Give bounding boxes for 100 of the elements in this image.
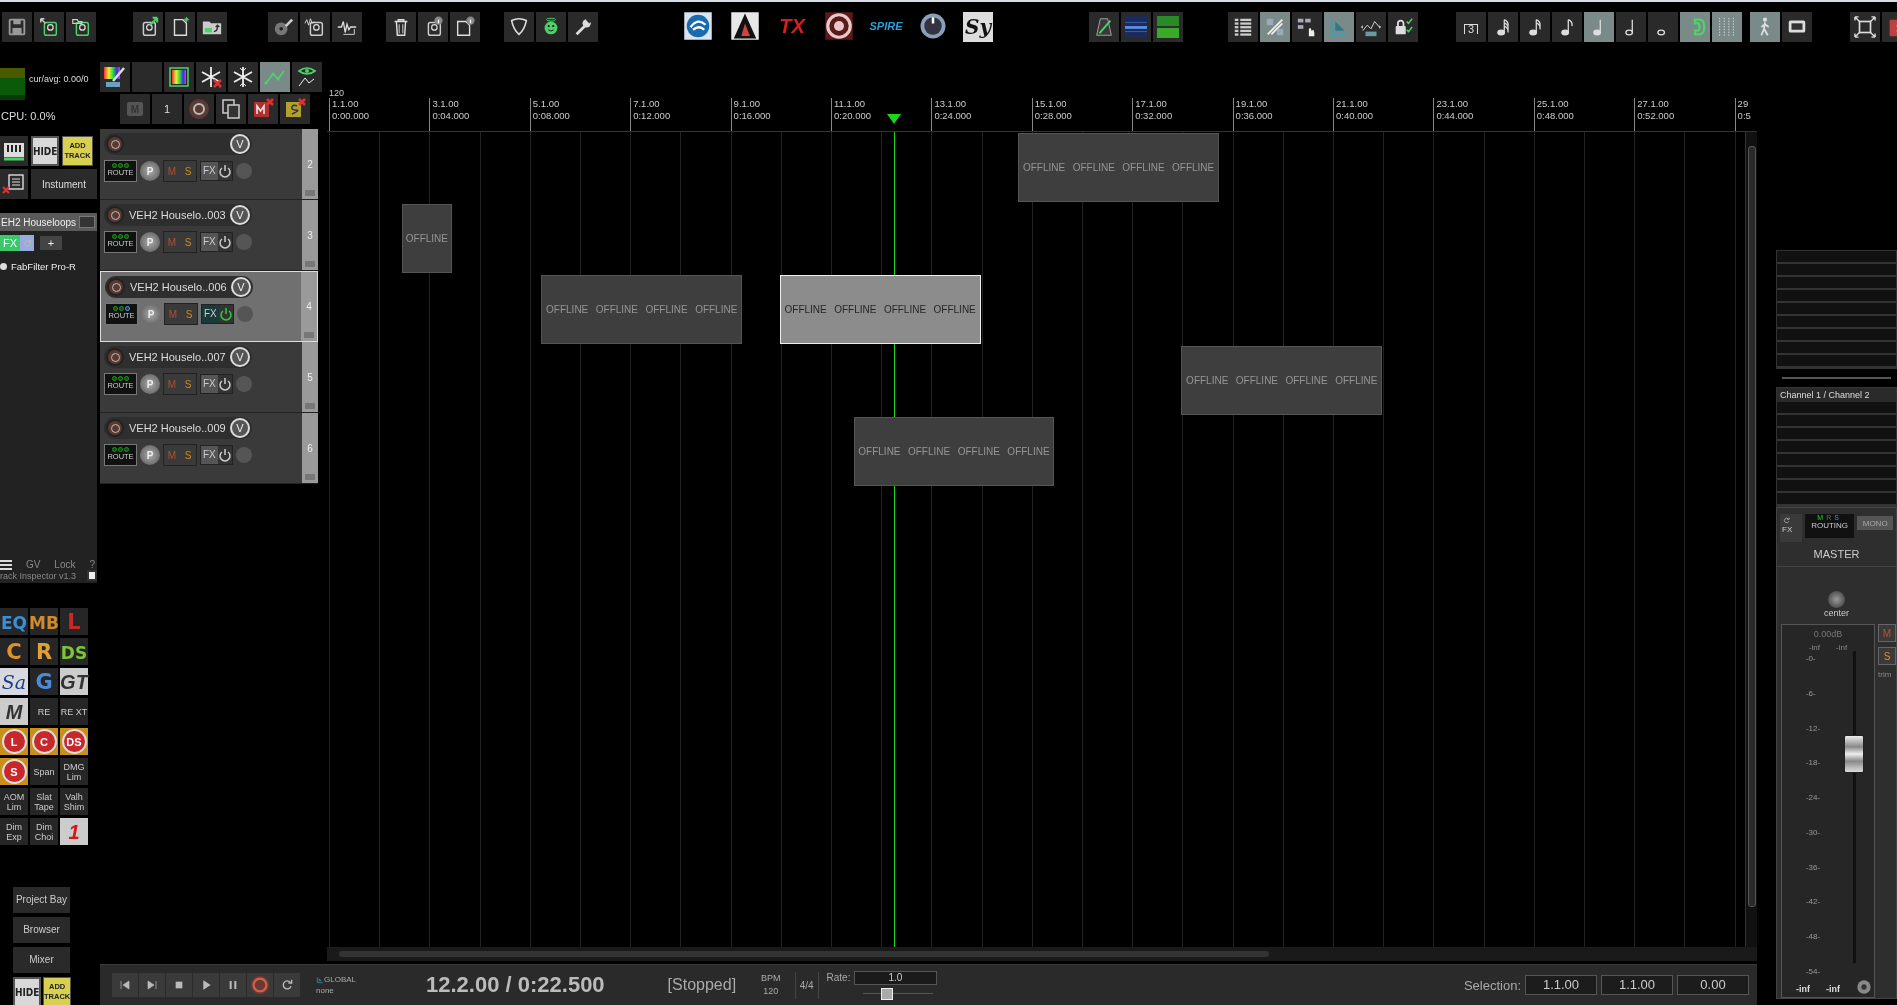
triplet-button[interactable]: 3 — [1456, 12, 1486, 42]
automation-mode[interactable]: none — [316, 985, 356, 996]
swirl-logo-icon[interactable] — [681, 10, 715, 42]
menu-icon[interactable] — [0, 559, 12, 570]
plugin-button[interactable]: DS — [60, 638, 88, 665]
solo-x-icon[interactable] — [280, 94, 310, 124]
inspector-tab[interactable]: ? — [89, 559, 95, 570]
rate-slider[interactable] — [862, 987, 933, 1000]
instrument-button[interactable]: Instument — [31, 169, 97, 199]
record-arm-icon[interactable] — [106, 206, 124, 224]
plugin-button[interactable]: RE XT — [60, 698, 88, 725]
plugin-button[interactable]: C — [30, 728, 58, 755]
mute-x-icon[interactable] — [248, 94, 278, 124]
solo-button[interactable]: S — [1878, 647, 1896, 665]
snowflake-x-icon[interactable] — [196, 62, 226, 92]
plugin-button[interactable]: L — [0, 728, 28, 755]
plugin-button[interactable]: DS — [60, 728, 88, 755]
record-arm-icon[interactable] — [107, 278, 125, 296]
volume-fader[interactable] — [1844, 734, 1864, 773]
track-name[interactable]: VEH2 Houselo..009 — [124, 422, 230, 434]
record-arm-icon[interactable] — [106, 348, 124, 366]
plugin-logo[interactable]: Sy — [963, 12, 993, 42]
record-button[interactable] — [247, 973, 273, 997]
toolbar-button[interactable]: 1 — [152, 94, 182, 124]
disk-export-icon[interactable] — [133, 12, 163, 42]
snowflake-icon[interactable] — [228, 62, 258, 92]
nav-button[interactable]: Browser — [13, 917, 70, 943]
solo-button[interactable]: S — [181, 304, 197, 324]
smiley-icon[interactable] — [536, 12, 566, 42]
disk-folder-icon[interactable] — [66, 12, 96, 42]
brush-icon[interactable] — [100, 62, 130, 92]
pause-button[interactable] — [220, 973, 246, 997]
sixteenth-note-icon[interactable] — [1520, 12, 1550, 42]
playhead-icon[interactable] — [886, 114, 901, 124]
monitor-icon[interactable] — [1782, 12, 1812, 42]
fx-button[interactable]: FX — [200, 161, 233, 181]
plugin-button[interactable]: AOM Lim — [0, 788, 28, 815]
volume-knob[interactable]: V — [231, 277, 251, 297]
media-item[interactable]: OFFLINE OFFLINE OFFLINE OFFLINE — [853, 417, 1055, 486]
disk-info-icon[interactable] — [418, 12, 448, 42]
plugin-button[interactable]: RE — [30, 698, 58, 725]
triangle-logo-icon[interactable] — [728, 10, 762, 42]
selection-field[interactable]: 1.1.00 — [1525, 975, 1597, 995]
plugin-button[interactable]: EQ — [0, 608, 28, 635]
plugin-name[interactable]: FabFilter Pro-R — [11, 261, 76, 272]
record-arm-icon[interactable] — [106, 419, 124, 437]
list-x-icon[interactable] — [0, 169, 28, 199]
keyboard-icon[interactable] — [0, 136, 28, 166]
grid-hand-icon[interactable] — [1292, 12, 1322, 42]
level-bars-icon[interactable] — [1153, 12, 1183, 42]
plugin-button[interactable]: Dim Exp — [0, 818, 28, 845]
lock-icon[interactable] — [1388, 12, 1418, 42]
volume-knob[interactable]: V — [230, 205, 250, 225]
half-note-icon[interactable] — [1616, 12, 1646, 42]
media-item[interactable]: OFFLINE OFFLINE OFFLINE OFFLINE — [541, 275, 743, 344]
disc-pencil-icon[interactable] — [268, 12, 298, 42]
next-button[interactable] — [139, 973, 165, 997]
selection-field[interactable]: 0.00 — [1677, 975, 1749, 995]
pan-knob[interactable] — [1828, 591, 1845, 608]
fx-button[interactable]: FX — [200, 374, 233, 394]
eighth-note-icon[interactable] — [1552, 12, 1582, 42]
fullscreen-icon[interactable] — [1850, 12, 1880, 42]
play-button[interactable] — [193, 973, 219, 997]
fx-button[interactable]: FX — [200, 445, 233, 465]
wrench-icon[interactable] — [568, 12, 598, 42]
list-icon[interactable] — [1228, 12, 1258, 42]
plugin-button[interactable]: M — [0, 698, 28, 725]
metronome-icon[interactable] — [1089, 12, 1119, 42]
plugin-button[interactable]: Slat Tape — [30, 788, 58, 815]
horizontal-scrollbar[interactable] — [327, 947, 1757, 961]
hide-button[interactable]: HIDE — [31, 136, 59, 166]
plugin-button[interactable]: MB — [30, 608, 58, 635]
guitar-pick-icon[interactable] — [504, 12, 534, 42]
envelope-icon[interactable] — [1356, 12, 1386, 42]
plugin-button[interactable]: Span — [30, 758, 58, 785]
selection-field[interactable]: 1.1.00 — [1601, 975, 1673, 995]
fx-button[interactable]: FX — [200, 232, 233, 252]
volume-knob[interactable]: V — [230, 347, 250, 367]
media-item[interactable]: OFFLINE — [401, 204, 452, 273]
plugin-button[interactable]: GT — [60, 668, 88, 695]
eye-points-icon[interactable] — [292, 62, 322, 92]
copy-icon[interactable] — [216, 94, 246, 124]
plugin-button[interactable]: C — [0, 638, 28, 665]
plugin-button[interactable]: Sa — [0, 668, 28, 695]
prev-button[interactable] — [112, 973, 138, 997]
plugin-logo[interactable]: SPIRE — [869, 10, 903, 42]
trash-icon[interactable] — [386, 12, 416, 42]
checkbox-icon[interactable] — [87, 570, 97, 581]
plugin-button[interactable]: DMG Lim — [60, 758, 88, 785]
track-name[interactable]: VEH2 Houselo..007 — [124, 351, 230, 363]
stop-button[interactable] — [166, 973, 192, 997]
plugin-button[interactable]: R — [30, 638, 58, 665]
plugin-button[interactable]: G — [30, 668, 58, 695]
nav-button[interactable]: Mixer — [13, 947, 70, 973]
media-item[interactable]: OFFLINE OFFLINE OFFLINE OFFLINE — [1018, 133, 1220, 202]
plugin-button[interactable]: S — [0, 758, 28, 785]
bpm-value[interactable]: 120 — [763, 985, 779, 998]
volume-knob[interactable]: V — [230, 418, 250, 438]
dots-grid-icon[interactable] — [1712, 12, 1742, 42]
media-item[interactable]: OFFLINE OFFLINE OFFLINE OFFLINE — [779, 275, 981, 344]
